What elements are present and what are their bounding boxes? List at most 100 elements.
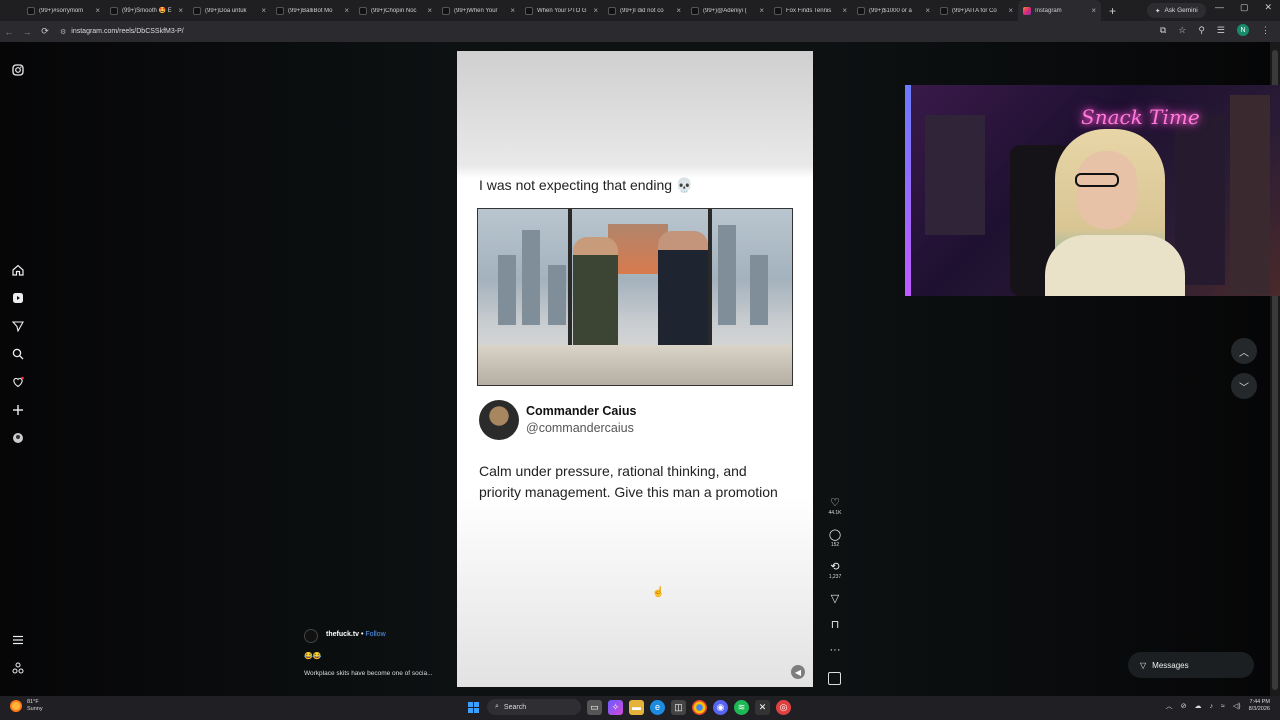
- minimize-button[interactable]: —: [1215, 2, 1224, 13]
- search-icon[interactable]: [10, 346, 26, 362]
- browser-tab[interactable]: (99+)$1000 or a ×: [852, 0, 935, 21]
- bookmark-star-icon[interactable]: ☆: [1178, 25, 1186, 36]
- browser-tab[interactable]: (99+)@Adeniyi (×: [686, 0, 769, 21]
- window-controls: — ▢ ✕: [1215, 2, 1272, 13]
- browser-tab[interactable]: (99+)When Your ×: [437, 0, 520, 21]
- tab-title: (99+)Smooth 🤩 E: [122, 8, 172, 14]
- audio-muted-icon[interactable]: ◀: [791, 665, 805, 679]
- spotify-icon[interactable]: ≋: [734, 699, 749, 715]
- ask-gemini-button[interactable]: ✦ Ask Gemini: [1147, 3, 1206, 18]
- more-menu-icon[interactable]: [10, 632, 26, 648]
- browser-tab[interactable]: (99+)#sorrymom ×: [22, 0, 105, 21]
- tweet-author-handle: @commandercaius: [526, 421, 634, 435]
- close-tab-icon[interactable]: ×: [344, 6, 349, 15]
- poster-avatar[interactable]: [304, 629, 318, 643]
- copilot-icon[interactable]: ✧: [608, 699, 623, 715]
- volume-icon[interactable]: ◁): [1233, 702, 1241, 710]
- maximize-button[interactable]: ▢: [1240, 2, 1249, 13]
- browser-tab[interactable]: (99+)AITA for Co ×: [935, 0, 1018, 21]
- poster-username[interactable]: thefuck.tv: [326, 631, 359, 638]
- new-tab-button[interactable]: +: [1101, 4, 1124, 18]
- start-windows-icon[interactable]: [466, 700, 481, 715]
- clock-time: 7:44 PM: [1249, 699, 1270, 705]
- close-tab-icon[interactable]: ×: [759, 6, 764, 15]
- close-tab-icon[interactable]: ×: [1091, 6, 1096, 15]
- weather-widget[interactable]: 81°F Sunny: [10, 699, 43, 712]
- tab-favicon-icon: [691, 6, 699, 15]
- close-tab-icon[interactable]: ×: [427, 6, 432, 15]
- messages-button[interactable]: ▽ Messages: [1128, 652, 1254, 678]
- task-view-icon[interactable]: ▭: [587, 699, 602, 715]
- cast-icon[interactable]: ☰: [1217, 25, 1225, 36]
- browser-tab[interactable]: Instagram ×: [1018, 0, 1101, 21]
- close-tab-icon[interactable]: ×: [842, 6, 847, 15]
- repost-button[interactable]: ⟲ 1,237: [824, 561, 846, 580]
- discord-icon[interactable]: ◉: [713, 699, 728, 715]
- forward-button[interactable]: →: [18, 27, 36, 37]
- browser-tab[interactable]: (99+)Chopin Noc ×: [354, 0, 437, 21]
- follow-button[interactable]: Follow: [365, 631, 385, 638]
- like-button[interactable]: ♡ 44.1K: [824, 497, 846, 516]
- share-button[interactable]: ▽: [824, 593, 846, 605]
- browser-tab[interactable]: (99+)BalliBot Mo ×: [271, 0, 354, 21]
- close-tab-icon[interactable]: ×: [676, 6, 681, 15]
- taskbar-search[interactable]: ⌕ Search: [487, 699, 581, 715]
- close-tab-icon[interactable]: ×: [925, 6, 930, 15]
- next-reel-button[interactable]: ﹀: [1231, 373, 1257, 399]
- install-app-icon[interactable]: ⧉: [1160, 25, 1166, 36]
- browser-tab[interactable]: (99+)Smooth 🤩 E ×: [105, 0, 188, 21]
- close-tab-icon[interactable]: ×: [261, 6, 266, 15]
- close-tab-icon[interactable]: ×: [510, 6, 515, 15]
- tab-title: When Your PTO G: [537, 7, 587, 14]
- previous-reel-button[interactable]: ︿: [1231, 338, 1257, 364]
- microphone-icon[interactable]: ♪: [1210, 703, 1214, 710]
- close-window-button[interactable]: ✕: [1264, 2, 1272, 13]
- sun-icon: [10, 699, 22, 712]
- profile-icon[interactable]: [10, 430, 26, 446]
- tab-title: Fox Finds Tennis: [786, 7, 832, 14]
- edge-icon[interactable]: e: [650, 699, 665, 715]
- more-options-button[interactable]: ···: [824, 644, 846, 656]
- close-tab-icon[interactable]: ×: [593, 6, 598, 15]
- chevron-down-icon: ﹀: [1239, 382, 1249, 394]
- audio-thumbnail[interactable]: [828, 672, 841, 685]
- home-icon[interactable]: [10, 262, 26, 278]
- also-from-meta-icon[interactable]: [10, 660, 26, 676]
- profile-avatar[interactable]: N: [1237, 24, 1249, 36]
- tray-network-icon[interactable]: ☁: [1195, 702, 1202, 710]
- reel-video[interactable]: I was not expecting that ending 💀 Comman…: [457, 51, 813, 687]
- direct-messages-icon[interactable]: [10, 318, 26, 334]
- obs-icon[interactable]: ◎: [776, 699, 791, 715]
- tray-app-icon[interactable]: ⊘: [1181, 702, 1187, 710]
- tray-overflow-icon[interactable]: ︿: [1166, 701, 1173, 711]
- clock[interactable]: 7:44 PM 8/3/2026: [1249, 699, 1270, 713]
- menu-icon[interactable]: ⋮: [1261, 25, 1270, 36]
- reels-icon[interactable]: [10, 290, 26, 306]
- browser-tab[interactable]: (99+)Doa untuk ×: [188, 0, 271, 21]
- reload-button[interactable]: ⟳: [36, 26, 54, 37]
- create-plus-icon[interactable]: [10, 402, 26, 418]
- notifications-heart-icon[interactable]: [10, 374, 26, 390]
- wifi-icon[interactable]: ≈: [1221, 703, 1225, 710]
- app-x-icon[interactable]: ✕: [755, 699, 770, 715]
- chrome-icon[interactable]: [692, 699, 707, 715]
- address-bar[interactable]: ⚙ instagram.com/reels/DbCSSkfM3-P/: [60, 28, 184, 36]
- browser-tab[interactable]: (99+)I did not co ×: [603, 0, 686, 21]
- share-icon: ▽: [830, 593, 840, 605]
- browser-tab[interactable]: When Your PTO G ×: [520, 0, 603, 21]
- close-tab-icon[interactable]: ×: [1008, 6, 1013, 15]
- extensions-icon[interactable]: ⚲: [1198, 25, 1205, 36]
- save-button[interactable]: ⊓: [824, 619, 846, 631]
- site-info-icon[interactable]: ⚙: [60, 28, 66, 36]
- comment-button[interactable]: ◯ 152: [824, 529, 846, 548]
- browser-tab[interactable]: Fox Finds Tennis ×: [769, 0, 852, 21]
- close-tab-icon[interactable]: ×: [178, 6, 183, 15]
- file-explorer-icon[interactable]: ▬: [629, 699, 644, 715]
- instagram-logo-icon[interactable]: [10, 62, 26, 78]
- close-tab-icon[interactable]: ×: [95, 6, 100, 15]
- ellipsis-icon: ···: [829, 644, 841, 656]
- store-icon[interactable]: ◫: [671, 699, 686, 715]
- tab-favicon-icon: [525, 6, 533, 15]
- post-caption[interactable]: Workplace skits have become one of socia…: [304, 670, 433, 677]
- back-button[interactable]: ←: [0, 27, 18, 37]
